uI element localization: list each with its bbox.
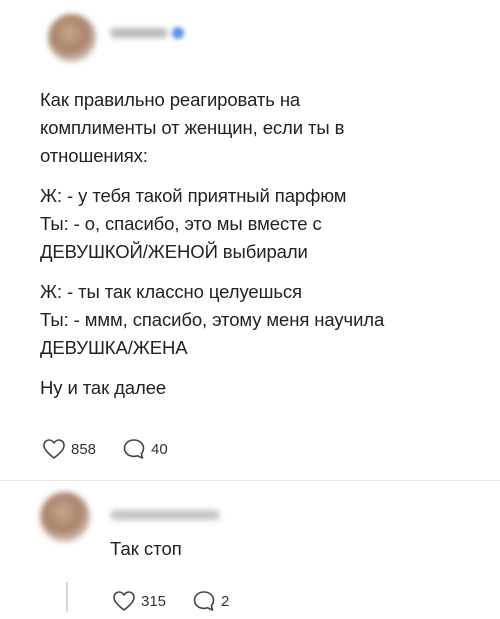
reply-comment-count: 2 <box>221 592 230 610</box>
comment-count: 40 <box>151 440 168 458</box>
like-count: 858 <box>71 440 97 458</box>
post-line: Как правильно реагировать на <box>40 89 301 110</box>
post-line: ДЕВУШКОЙ/ЖЕНОЙ выбирали <box>40 241 308 262</box>
heart-icon <box>113 591 135 611</box>
divider <box>0 480 500 481</box>
post-paragraph: Ну и так далее <box>40 374 470 402</box>
author-avatar[interactable] <box>48 14 96 62</box>
verified-badge-icon <box>172 27 184 39</box>
thread-line <box>66 582 68 612</box>
reply-author-name-blurred[interactable] <box>110 510 220 520</box>
reply-like-button[interactable]: 315 <box>112 590 166 612</box>
post-paragraph: Ж: - у тебя такой приятный парфюм Ты: - … <box>40 182 470 266</box>
post-line: Ж: - у тебя такой приятный парфюм <box>40 185 347 206</box>
reply-like-count: 315 <box>141 592 167 610</box>
post-text: Как правильно реагировать на комплименты… <box>40 86 470 414</box>
post-line: Ты: - о, спасибо, это мы вместе с <box>40 213 322 234</box>
reply-text: Так стоп <box>110 538 182 559</box>
comment-icon <box>123 439 145 459</box>
post-line: Ж: - ты так классно целуешься <box>40 281 302 302</box>
screenshot-frame: Как правильно реагировать на комплименты… <box>0 0 500 619</box>
like-button[interactable]: 858 <box>42 438 96 460</box>
post-paragraph: Как правильно реагировать на комплименты… <box>40 86 470 170</box>
comment-icon <box>193 591 215 611</box>
post-line: отношениях: <box>40 145 148 166</box>
author-name-blurred[interactable] <box>110 28 168 38</box>
heart-icon <box>43 439 65 459</box>
reply-comment-button[interactable]: 2 <box>192 590 229 612</box>
reply-avatar[interactable] <box>40 492 90 542</box>
post-line: комплименты от женщин, если ты в <box>40 117 345 138</box>
post-paragraph: Ж: - ты так классно целуешься Ты: - ммм,… <box>40 278 470 362</box>
reply-actions: 315 2 <box>112 590 255 612</box>
post-actions: 858 40 <box>42 438 194 460</box>
post-line: Ну и так далее <box>40 377 167 398</box>
post-line: Ты: - ммм, спасибо, этому меня научила <box>40 309 385 330</box>
post-line: ДЕВУШКА/ЖЕНА <box>40 337 188 358</box>
comment-button[interactable]: 40 <box>122 438 168 460</box>
